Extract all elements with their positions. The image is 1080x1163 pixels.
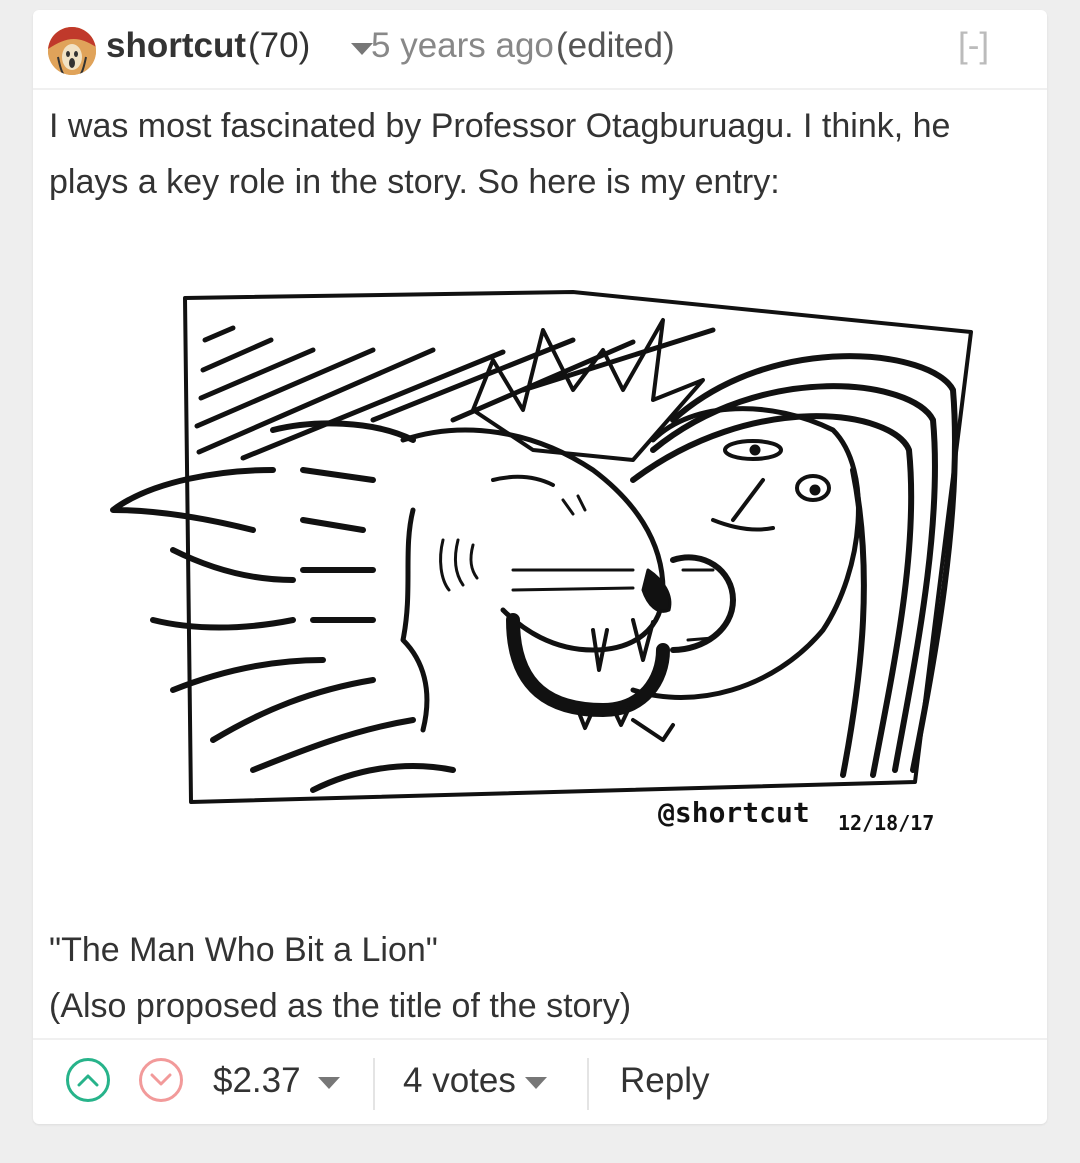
comment-card: shortcut (70) 5 years ago (edited) [-] I… bbox=[33, 10, 1047, 1124]
caption-note: (Also proposed as the title of the story… bbox=[49, 987, 632, 1025]
edited-label: (edited) bbox=[556, 26, 675, 65]
comment-header: shortcut (70) 5 years ago (edited) [-] bbox=[33, 10, 1047, 90]
downvote-button[interactable] bbox=[139, 1058, 183, 1102]
chevron-down-icon bbox=[150, 1073, 172, 1086]
reply-button[interactable]: Reply bbox=[620, 1061, 709, 1101]
avatar-image bbox=[48, 27, 96, 75]
votes-caret-icon[interactable] bbox=[525, 1077, 547, 1089]
caption-title: "The Man Who Bit a Lion" bbox=[49, 931, 438, 969]
collapse-button[interactable]: [-] bbox=[958, 26, 989, 66]
author-menu-caret-icon[interactable] bbox=[351, 43, 373, 55]
drawing-date: 12/18/17 bbox=[838, 811, 934, 835]
divider bbox=[373, 1058, 375, 1110]
payout-amount[interactable]: $2.37 bbox=[213, 1061, 301, 1101]
avatar[interactable] bbox=[48, 27, 96, 75]
comment-time[interactable]: 5 years ago bbox=[371, 26, 554, 66]
author-name[interactable]: shortcut bbox=[106, 26, 246, 66]
author-reputation: (70) bbox=[248, 26, 311, 65]
comment-footer: $2.37 4 votes Reply bbox=[33, 1038, 1047, 1126]
comment-caption: "The Man Who Bit a Lion" (Also proposed … bbox=[49, 922, 1009, 1034]
payout-caret-icon[interactable] bbox=[318, 1077, 340, 1089]
drawing-signature: @shortcut bbox=[658, 796, 810, 829]
upvote-button[interactable] bbox=[66, 1058, 110, 1102]
divider bbox=[587, 1058, 589, 1110]
comment-body: I was most fascinated by Professor Otagb… bbox=[49, 107, 951, 201]
lion-drawing: @shortcut 12/18/17 bbox=[73, 270, 973, 855]
votes-count[interactable]: 4 votes bbox=[403, 1061, 516, 1101]
chevron-up-icon bbox=[77, 1074, 99, 1087]
